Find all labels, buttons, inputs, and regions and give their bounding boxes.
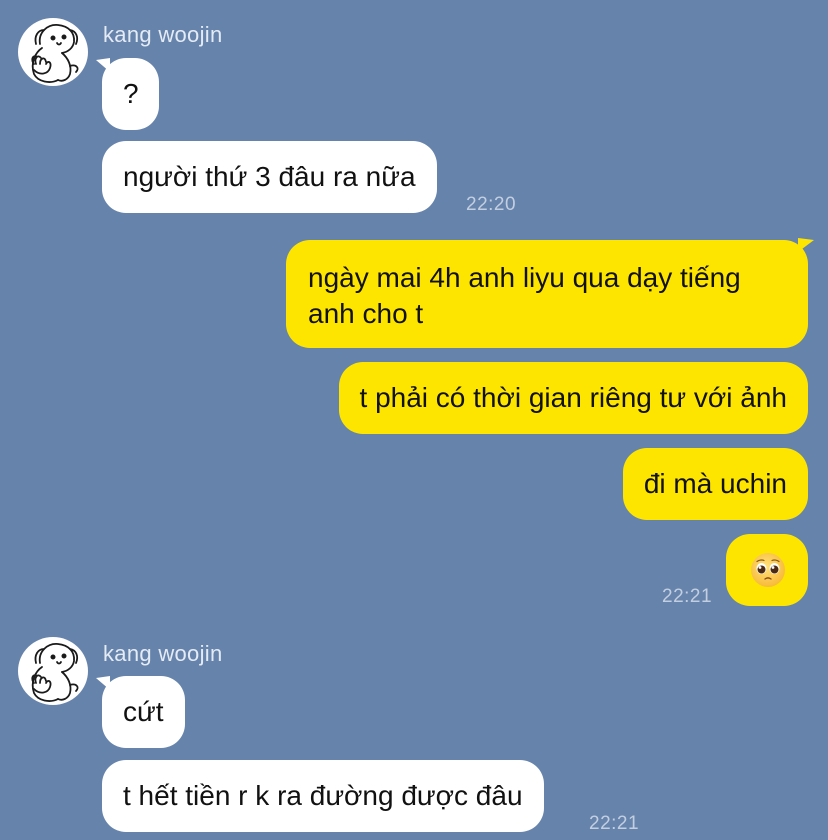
avatar[interactable]: [18, 18, 88, 86]
message-bubble[interactable]: ?: [102, 58, 159, 130]
avatar[interactable]: [18, 637, 88, 705]
dog-avatar-icon: [31, 643, 79, 702]
pleading-face-icon: [751, 553, 785, 587]
message-bubble[interactable]: ngày mai 4h anh liyu qua dạy tiếng anh c…: [286, 240, 808, 348]
message-timestamp: 22:21: [589, 813, 640, 834]
message-timestamp: 22:20: [466, 194, 517, 215]
message-bubble[interactable]: người thứ 3 đâu ra nữa: [102, 141, 437, 213]
dog-avatar-icon: [31, 24, 79, 83]
message-bubble[interactable]: t phải có thời gian riêng tư với ảnh: [338, 362, 808, 434]
sender-name: kang woojin: [103, 22, 223, 47]
message-timestamp: 22:21: [662, 586, 713, 607]
message-bubble[interactable]: t hết tiền r k ra đường được đâu: [102, 760, 544, 832]
message-bubble[interactable]: đi mà uchin: [622, 448, 808, 520]
message-bubble[interactable]: cứt: [102, 676, 185, 748]
sender-name: kang woojin: [103, 641, 223, 666]
message-bubble[interactable]: [726, 534, 808, 606]
